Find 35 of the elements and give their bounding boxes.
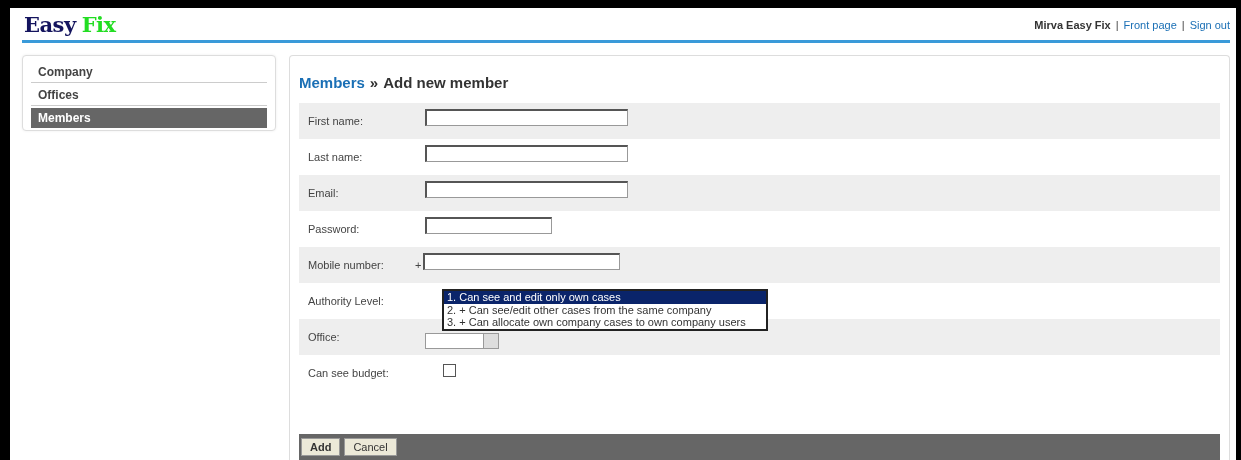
dropdown-option[interactable]: 1. Can see and edit only own cases	[444, 291, 766, 304]
sidebar-item[interactable]: Offices	[31, 85, 267, 106]
breadcrumb-separator: »	[369, 74, 379, 91]
field-label: Mobile number:	[307, 259, 385, 271]
input-field[interactable]	[425, 108, 628, 126]
dropdown-option[interactable]: 2. + Can see/edit other cases from the same company	[444, 303, 766, 316]
user-name: Mirva Easy Fix	[1034, 19, 1111, 31]
field-label: Password:	[307, 223, 361, 235]
field-label: Last name:	[307, 151, 364, 163]
sidebar-item[interactable]: Members	[31, 108, 267, 128]
field-label: Email:	[307, 187, 340, 199]
field-label: Can see budget:	[307, 367, 390, 379]
field-label: Office:	[307, 331, 341, 343]
page-title: Add new member	[383, 74, 509, 91]
separator: |	[1115, 19, 1119, 31]
header-link[interactable]: Front page	[1123, 19, 1177, 31]
header-link[interactable]: Sign out	[1189, 19, 1230, 31]
input-field[interactable]	[425, 180, 628, 198]
select-field[interactable]	[425, 333, 499, 349]
separator: |	[1181, 19, 1185, 31]
input-field[interactable]	[423, 252, 620, 270]
field-label: First name:	[307, 115, 364, 127]
field-label: Authority Level:	[307, 295, 385, 307]
sidebar-item[interactable]: Company	[31, 62, 267, 83]
dropdown-option[interactable]: 3. + Can allocate own company cases to own company users	[444, 316, 766, 329]
form-button[interactable]: Add	[301, 438, 341, 456]
checkbox[interactable]	[443, 363, 456, 377]
input-field[interactable]	[425, 216, 552, 234]
input-field[interactable]	[425, 144, 628, 162]
logo-text: Fix	[81, 11, 116, 37]
prefix-sign: +	[415, 259, 423, 271]
dropdown-list[interactable]: 1. Can see and edit only own cases 2. + Can see/edit other cases from the same company 3. + Can allocate own company cases to own company users	[442, 289, 768, 331]
logo-text: Easy	[24, 11, 76, 37]
breadcrumb-link[interactable]: Members	[299, 74, 365, 91]
form-button[interactable]: Cancel	[344, 438, 397, 456]
